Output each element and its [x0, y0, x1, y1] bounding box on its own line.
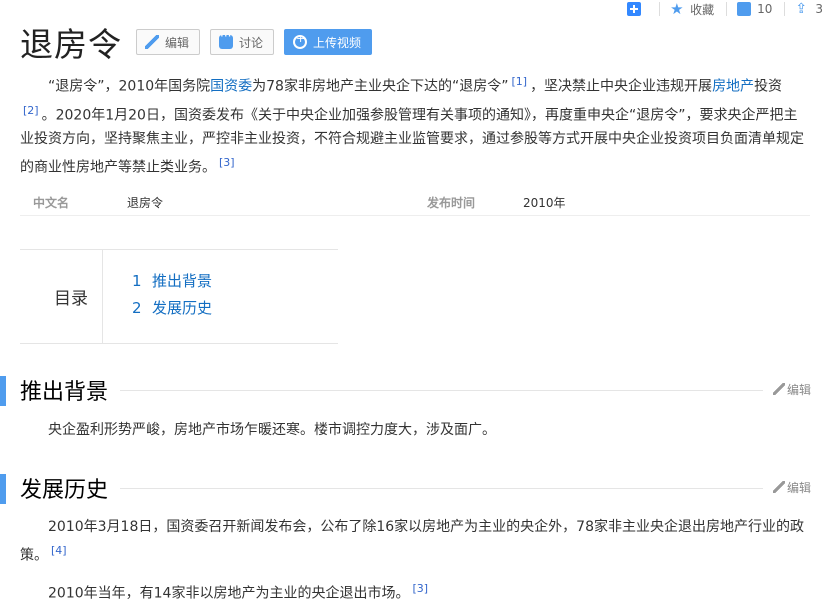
toc-num: 1 [132, 272, 142, 290]
divider [784, 2, 786, 16]
link-fangdichan[interactable]: 房地产 [712, 79, 754, 95]
citation-1[interactable]: [1] [511, 75, 527, 88]
info-value-date: 2010年 [523, 196, 566, 210]
intro-text: 为78家非房地产主业央企下达的“退房令” [252, 78, 509, 95]
discuss-button[interactable]: 讨论 [210, 29, 275, 55]
add-circle-icon [293, 32, 308, 49]
pencil-icon [772, 481, 785, 493]
plus-icon [627, 2, 642, 16]
citation-3[interactable]: [3] [412, 582, 428, 595]
intro-text: 。2020年1月20日，国资委发布《关于中央企业加强参股管理有关事项的通知》，再… [20, 107, 804, 176]
info-key-name: 中文名 [33, 196, 70, 210]
section-header-background: 推出背景 编辑 [0, 376, 823, 406]
section-title: 发展历史 [20, 478, 109, 503]
citation-3[interactable]: [3] [219, 156, 235, 169]
pencil-icon [145, 35, 159, 49]
intro-text: ，坚决禁止中央企业违规开展 [530, 78, 713, 95]
citation-4[interactable]: [4] [51, 544, 67, 557]
add-button[interactable] [627, 2, 647, 16]
upload-video-button[interactable]: 上传视频 [284, 29, 373, 55]
intro-paragraph: “退房令”，2010年国务院国资委为78家非房地产主业央企下达的“退房令” [1]… [20, 70, 805, 180]
title-row: 退房令 编辑 讨论 上传视频 [20, 18, 373, 66]
toc-text: 发展历史 [152, 299, 213, 317]
basic-info-box: 中文名 退房令 发布时间 2010年 [20, 189, 810, 216]
history-text: 2010年3月18日，国资委召开新闻发布会，公布了除16家以房地产为主业的央企外… [20, 519, 804, 564]
section-edit-button[interactable]: 编辑 [772, 479, 811, 496]
section-header-history: 发展历史 编辑 [0, 474, 823, 504]
info-key-date: 发布时间 [427, 196, 476, 210]
page-title: 退房令 [20, 25, 122, 64]
like-count: 10 [757, 2, 773, 16]
toc-item-background[interactable]: 1 推出背景 [132, 270, 212, 291]
section-marker [0, 376, 6, 406]
edit-button[interactable]: 编辑 [136, 29, 201, 55]
intro-text: 投资 [754, 78, 783, 95]
pencil-icon [772, 383, 785, 395]
edit-label: 编辑 [165, 35, 190, 50]
divider [726, 2, 728, 16]
section-edit-button[interactable]: 编辑 [772, 381, 811, 398]
link-guoziwei[interactable]: 国资委 [210, 79, 252, 95]
chat-icon [219, 29, 234, 49]
history-paragraph-2: 2010年当年，有14家非以房地产为主业的央企退出市场。 [3] [20, 577, 805, 606]
divider [659, 2, 661, 16]
history-paragraph-1: 2010年3月18日，国资委召开新闻发布会，公布了除16家以房地产为主业的央企外… [20, 515, 805, 568]
intro-text: “退房令”，2010年国务院 [48, 78, 211, 95]
info-value-name: 退房令 [127, 196, 164, 210]
share-count: 3 [815, 2, 823, 16]
citation-2[interactable]: [2] [23, 104, 39, 117]
divider [120, 488, 763, 489]
collect-button[interactable]: ★ 收藏 [670, 1, 714, 18]
upload-label: 上传视频 [313, 35, 362, 50]
section-title: 推出背景 [20, 380, 109, 405]
top-toolbar: ★ 收藏 10 ⇪ 3 [617, 0, 823, 18]
star-icon: ★ [670, 0, 684, 18]
divider [120, 390, 763, 391]
thumbs-up-icon [737, 2, 752, 16]
toc-text: 推出背景 [152, 272, 213, 290]
history-text: 2010年当年，有14家非以房地产为主业的央企退出市场。 [48, 585, 410, 602]
edit-label: 编辑 [786, 383, 811, 397]
collect-label: 收藏 [690, 2, 715, 17]
section-text: 央企盈利形势严峻，房地产市场乍暖还寒。楼市调控力度大，涉及面广。 [48, 422, 496, 438]
toc-num: 2 [132, 299, 142, 317]
like-button[interactable]: 10 [737, 2, 772, 16]
discuss-label: 讨论 [239, 35, 264, 50]
share-button[interactable]: ⇪ 3 [795, 2, 823, 16]
share-icon: ⇪ [795, 1, 808, 17]
toc-item-history[interactable]: 2 发展历史 [132, 297, 212, 318]
table-of-contents: 目录 1 推出背景 2 发展历史 [20, 249, 338, 344]
toc-label: 目录 [20, 250, 103, 343]
edit-label: 编辑 [786, 481, 811, 495]
section-marker [0, 474, 6, 504]
